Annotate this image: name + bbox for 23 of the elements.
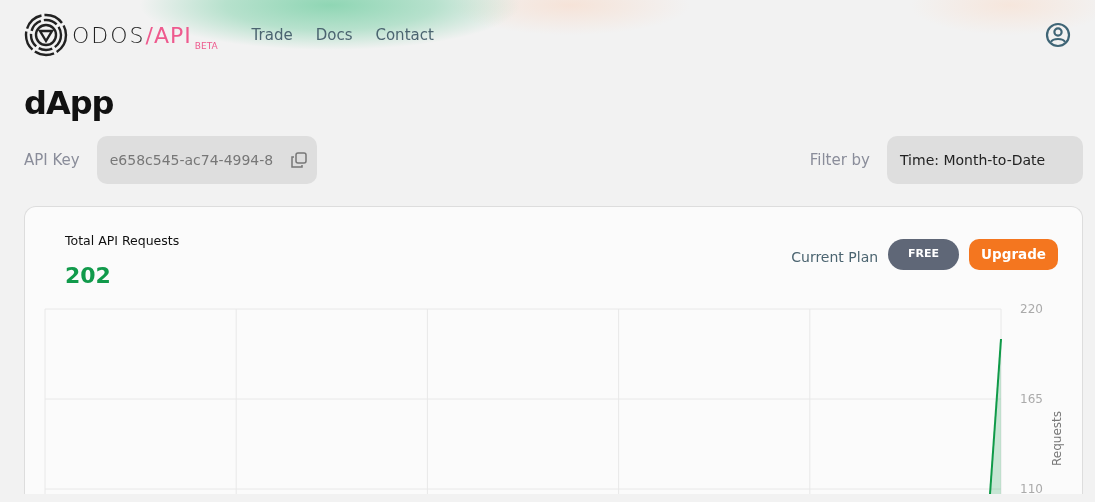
logo-text: ODOS [72,21,146,50]
copy-icon[interactable] [290,152,307,169]
nav-link[interactable]: Contact [375,23,434,47]
chart-title: Total API Requests [65,232,180,251]
axis-tick-label: 110 [1020,482,1043,495]
plan-badge: FREE [888,239,960,270]
axis-tick-label: 220 [1020,302,1043,317]
plan-label: Current Plan [791,248,879,268]
nav-link[interactable]: Docs [315,23,353,47]
user-icon[interactable] [1045,22,1071,48]
beta-label: BETA [194,39,218,53]
total-count: 202 [65,262,112,291]
upgrade-button[interactable]: Upgrade [969,239,1058,270]
nav-link[interactable]: Trade [251,23,293,47]
axis-title: Requests [1050,411,1064,467]
filter-dropdown[interactable]: Time: Month-to-Date [887,136,1083,185]
api-key-label: API Key [24,150,80,172]
logo-suffix: /API [145,21,192,50]
axis-tick-label: 165 [1020,392,1043,407]
api-key-field[interactable]: e658c545-ac74-4994-8 [96,136,317,185]
filter-label: Filter by [809,150,870,172]
logo-icon [24,13,68,57]
page-title: dApp [24,84,115,123]
